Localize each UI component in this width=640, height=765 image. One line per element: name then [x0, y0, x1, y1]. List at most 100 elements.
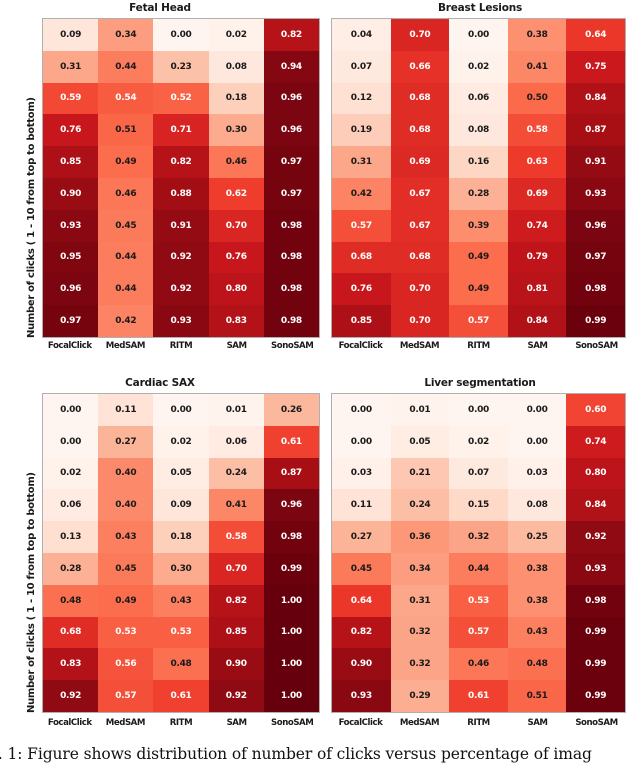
heatmap-cell: 0.02: [43, 457, 99, 490]
heatmap-cell: 0.99: [263, 552, 319, 585]
heatmap-cell: 0.83: [208, 305, 264, 337]
heatmap-cell: 0.00: [43, 394, 99, 426]
heatmap-cell: 0.11: [98, 394, 154, 426]
heatmap-cell: 0.76: [332, 273, 391, 306]
heatmap-cell: 0.61: [263, 425, 319, 458]
heatmap-cell: 0.36: [390, 521, 450, 553]
heatmap-cell: 0.13: [43, 521, 99, 553]
heatmap-cell: 0.64: [566, 19, 625, 51]
x-tick-sam: SAM: [226, 718, 247, 728]
heatmap-cell: 0.39: [449, 209, 508, 242]
heatmap-cell: 0.61: [153, 680, 209, 712]
heatmap-cell: 0.70: [390, 305, 450, 337]
heatmap-cell: 0.68: [390, 114, 450, 147]
x-tick-sonosam: SonoSAM: [575, 341, 618, 351]
heatmap-cell: 0.34: [98, 19, 154, 51]
heatmap-cell: 0.31: [43, 50, 99, 83]
heatmap-cell: 0.98: [263, 521, 319, 553]
heatmap-cell: 0.63: [507, 146, 567, 178]
heatmap-cell: 0.24: [390, 489, 450, 522]
x-tick-ritm: RITM: [467, 341, 490, 351]
heatmap-cell: 0.71: [153, 114, 209, 147]
x-tick-ritm: RITM: [467, 718, 490, 728]
heatmap-cell: 0.32: [390, 616, 450, 649]
heatmap-cell: 0.56: [98, 648, 154, 681]
x-tick-focalclick: FocalClick: [338, 341, 383, 351]
heatmap-cell: 0.85: [332, 305, 391, 337]
heatmap-grid: 0.00 0.01 0.00 0.00 0.60 0.00 0.05 0.02 0.00 0.74…: [331, 393, 626, 713]
heatmap-cell: 0.06: [208, 425, 264, 458]
heatmap-cell: 0.83: [43, 648, 99, 681]
heatmap-cell: 0.90: [208, 648, 264, 681]
heatmap-cell: 0.28: [43, 552, 99, 585]
heatmap-cell: 0.98: [566, 584, 625, 617]
heatmap-cell: 0.08: [449, 114, 508, 147]
heatmap-cell: 0.44: [98, 241, 154, 274]
heatmap-cell: 0.74: [507, 209, 567, 242]
heatmap-cell: 0.00: [507, 425, 567, 458]
x-tick-focalclick: FocalClick: [47, 718, 92, 728]
heatmap-cell: 0.99: [566, 616, 625, 649]
heatmap-cell: 0.84: [566, 489, 625, 522]
heatmap-cell: 0.48: [43, 584, 99, 617]
heatmap-cell: 0.98: [263, 273, 319, 306]
heatmap-cell: 0.24: [208, 457, 264, 490]
x-tick-sam: SAM: [527, 718, 548, 728]
heatmap-cell: 0.98: [566, 273, 625, 306]
heatmap-cell: 0.75: [566, 50, 625, 83]
figure-caption-text: g. 1: Figure shows distribution of numbe…: [0, 745, 592, 763]
heatmap-cell: 0.68: [390, 82, 450, 115]
heatmap-cell: 0.03: [507, 457, 567, 490]
heatmap-cell: 0.82: [332, 616, 391, 649]
heatmap-cell: 0.31: [332, 146, 391, 178]
heatmap-cell: 0.02: [449, 50, 508, 83]
heatmap-cell: 0.93: [43, 209, 99, 242]
heatmap-cell: 0.21: [390, 457, 450, 490]
heatmap-cell: 0.38: [507, 584, 567, 617]
heatmap-cell: 0.41: [507, 50, 567, 83]
x-axis-tick-labels: FocalClick MedSAM RITM SAM SonoSAM: [331, 341, 626, 351]
panel-title: Cardiac SAX: [125, 377, 195, 389]
heatmap-cell: 0.76: [208, 241, 264, 274]
heatmap-cell: 0.53: [153, 616, 209, 649]
heatmap-cell: 0.49: [449, 241, 508, 274]
heatmap-cell: 0.11: [332, 489, 391, 522]
heatmap-cell: 0.00: [153, 394, 209, 426]
heatmap-panel-cardiac-sax: Cardiac SAX Number of clicks ( 1 - 10 fr…: [0, 375, 320, 745]
heatmap-cell: 0.70: [208, 552, 264, 585]
heatmap-cell: 0.80: [208, 273, 264, 306]
heatmap-cell: 0.46: [208, 146, 264, 178]
heatmap-cell: 0.44: [98, 273, 154, 306]
x-tick-sam: SAM: [226, 341, 247, 351]
heatmap-cell: 0.40: [98, 489, 154, 522]
heatmap-cell: 0.27: [332, 521, 391, 553]
x-tick-ritm: RITM: [169, 718, 193, 728]
x-tick-focalclick: FocalClick: [47, 341, 92, 351]
heatmap-cell: 1.00: [263, 584, 319, 617]
x-tick-sonosam: SonoSAM: [271, 718, 314, 728]
heatmap-cell: 0.53: [449, 584, 508, 617]
panel-title: Breast Lesions: [437, 2, 523, 14]
heatmap-cell: 0.38: [507, 552, 567, 585]
heatmap-panel-breast-lesions: Breast Lesions 0.04 0.70 0.00 0.38 0.64 0.07 0…: [320, 0, 640, 360]
heatmap-cell: 0.97: [566, 241, 625, 274]
heatmap-cell: 0.26: [263, 394, 319, 426]
heatmap-cell: 0.07: [449, 457, 508, 490]
y-axis-label: Number of clicks ( 1 - 10 from top to bo…: [26, 97, 37, 338]
heatmap-cell: 0.62: [208, 177, 264, 210]
heatmap-cell: 0.53: [98, 616, 154, 649]
heatmap-cell: 0.05: [390, 425, 450, 458]
x-tick-focalclick: FocalClick: [338, 718, 383, 728]
heatmap-cell: 0.57: [332, 209, 391, 242]
heatmap-cell: 0.38: [507, 19, 567, 51]
heatmap-cell: 0.54: [98, 82, 154, 115]
heatmap-cell: 0.49: [98, 584, 154, 617]
heatmap-cell: 0.43: [507, 616, 567, 649]
heatmap-cell: 0.97: [43, 305, 99, 337]
heatmap-cell: 0.99: [566, 648, 625, 681]
heatmap-cell: 0.04: [332, 19, 391, 51]
heatmap-cell: 0.03: [332, 457, 391, 490]
heatmap-cell: 0.91: [153, 209, 209, 242]
heatmap-cell: 0.93: [566, 177, 625, 210]
heatmap-cell: 0.82: [263, 19, 319, 51]
